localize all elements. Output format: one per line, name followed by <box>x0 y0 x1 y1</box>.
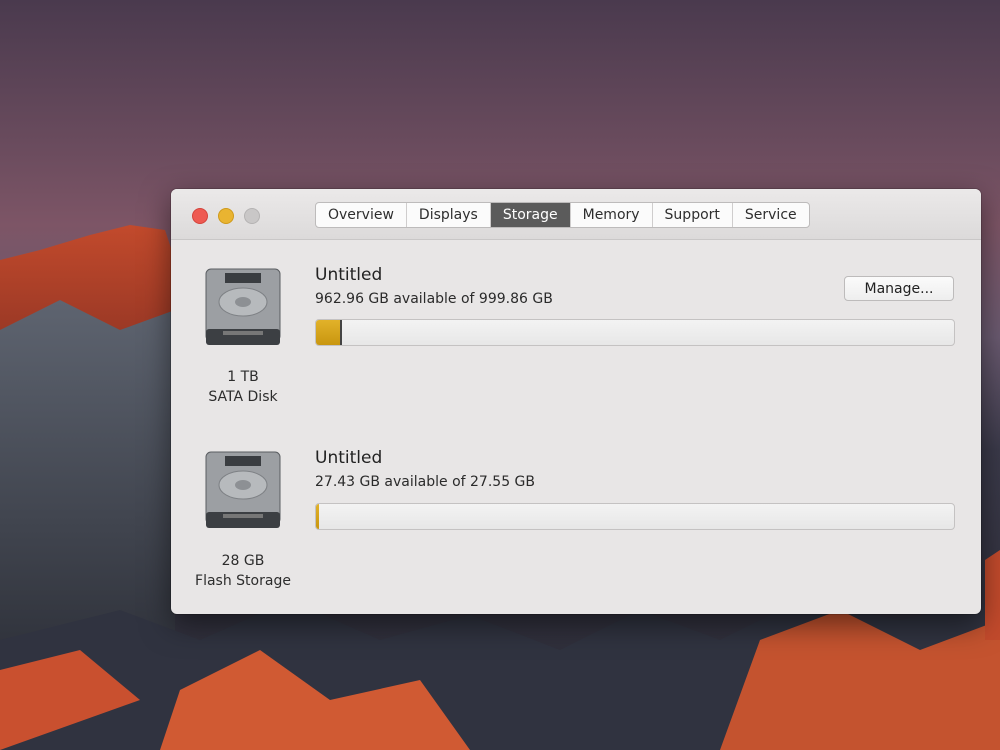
manage-button[interactable]: Manage... <box>844 276 954 301</box>
minimize-button[interactable] <box>218 208 234 224</box>
storage-usage-bar <box>315 319 955 346</box>
flash-storage-icon <box>205 451 281 528</box>
hard-disk-icon <box>205 268 281 345</box>
title-bar: Overview Displays Storage Memory Support… <box>171 189 981 240</box>
close-button[interactable] <box>192 208 208 224</box>
storage-used-segment <box>316 320 342 345</box>
tab-support[interactable]: Support <box>653 203 733 227</box>
volume-name: Untitled <box>315 448 383 468</box>
tab-bar: Overview Displays Storage Memory Support… <box>315 202 810 228</box>
storage-used-segment <box>316 504 319 529</box>
zoom-button[interactable] <box>244 208 260 224</box>
disk-capacity: 28 GB <box>221 553 265 569</box>
storage-panel: 1 TB SATA Disk Untitled 962.96 GB availa… <box>171 240 981 614</box>
about-this-mac-window: Overview Displays Storage Memory Support… <box>171 189 981 614</box>
tab-overview[interactable]: Overview <box>316 203 407 227</box>
tab-service[interactable]: Service <box>733 203 809 227</box>
tab-memory[interactable]: Memory <box>571 203 653 227</box>
volume-availability: 27.43 GB available of 27.55 GB <box>315 474 536 490</box>
disk-capacity: 1 TB <box>227 369 259 385</box>
disk-type: SATA Disk <box>208 389 278 405</box>
tab-displays[interactable]: Displays <box>407 203 491 227</box>
volume-name: Untitled <box>315 265 383 285</box>
disk-type: Flash Storage <box>195 573 291 589</box>
volume-availability: 962.96 GB available of 999.86 GB <box>315 291 553 307</box>
tab-storage[interactable]: Storage <box>490 203 571 227</box>
storage-usage-bar <box>315 503 955 530</box>
